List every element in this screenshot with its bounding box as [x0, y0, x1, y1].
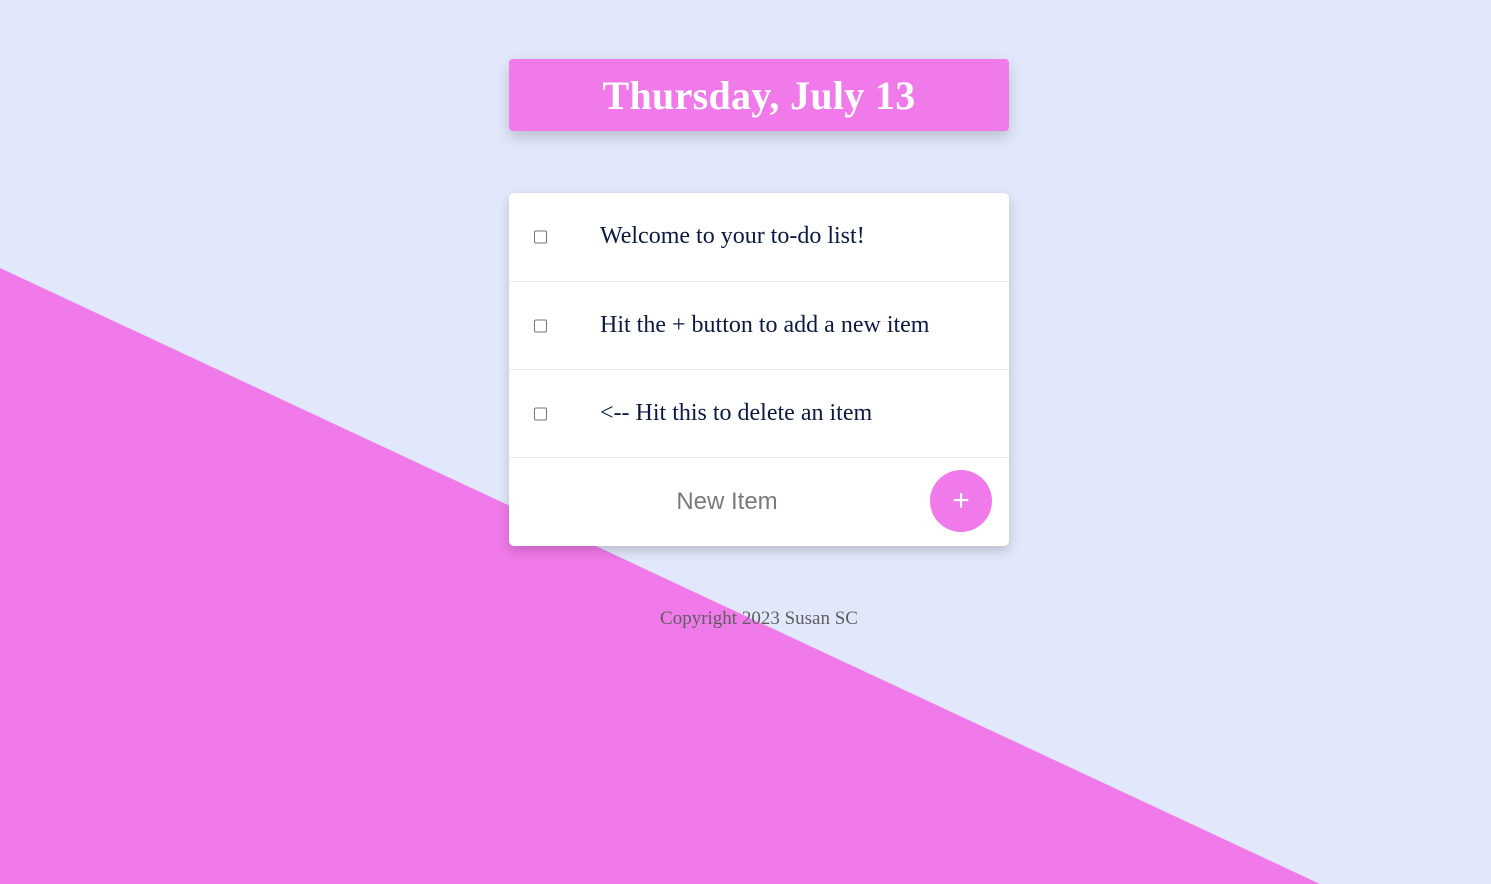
date-header: Thursday, July 13: [509, 59, 1009, 131]
item-label: Welcome to your to-do list!: [600, 222, 865, 249]
item-checkbox[interactable]: [534, 407, 547, 420]
page-title: Thursday, July 13: [602, 72, 916, 118]
list-item: <-- Hit this to delete an item: [509, 370, 1009, 458]
item-label: <-- Hit this to delete an item: [600, 399, 873, 426]
item-label: Hit the + button to add a new item: [600, 311, 930, 338]
item-checkbox[interactable]: [534, 230, 547, 244]
new-item-form: +: [509, 458, 1009, 545]
list-item: Hit the + button to add a new item: [509, 282, 1009, 370]
footer-copyright: Copyright 2023 Susan SC: [660, 608, 858, 629]
item-checkbox[interactable]: [534, 319, 547, 332]
todo-list-card: Welcome to your to-do list! Hit the + bu…: [509, 193, 1009, 546]
list-item: Welcome to your to-do list!: [509, 193, 1009, 282]
add-item-button[interactable]: +: [930, 470, 992, 532]
new-item-input[interactable]: [527, 480, 927, 524]
